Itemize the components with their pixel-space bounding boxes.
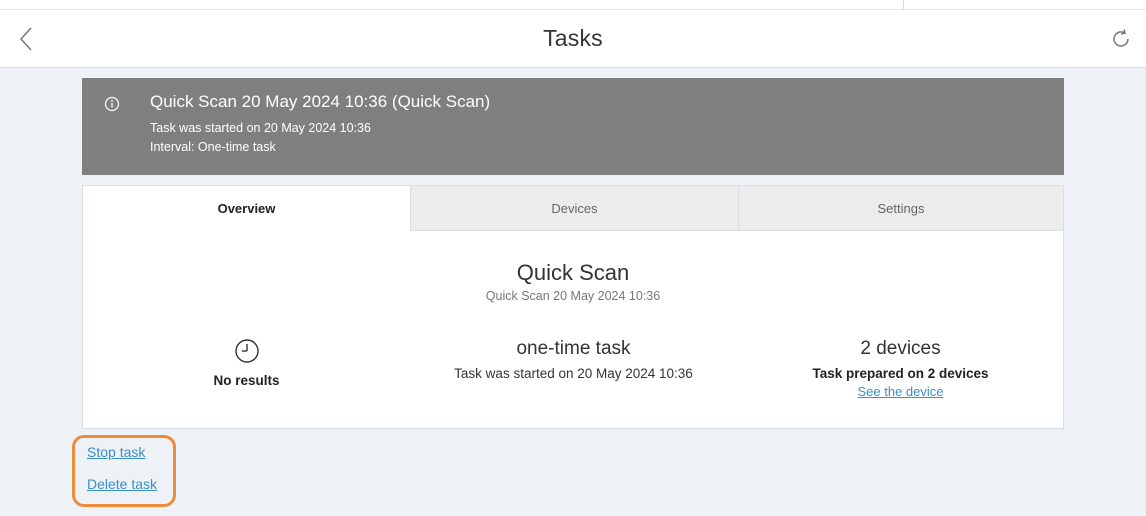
devices-title: 2 devices: [860, 338, 941, 359]
task-detail-card: Overview Devices Settings Quick Scan Qui…: [82, 185, 1064, 429]
tab-devices[interactable]: Devices: [410, 186, 738, 231]
refresh-icon: [1113, 29, 1129, 47]
banner-interval: Interval: One-time task: [150, 140, 276, 154]
tab-settings[interactable]: Settings: [738, 186, 1063, 231]
banner-started: Task was started on 20 May 2024 10:36: [150, 121, 371, 135]
top-strip-divider: [903, 0, 904, 10]
results-label: No results: [213, 373, 280, 388]
schedule-title: one-time task: [516, 338, 631, 359]
tab-bar: Overview Devices Settings: [83, 186, 1063, 231]
schedule-detail: Task was started on 20 May 2024 10:36: [454, 366, 693, 381]
clock-icon: [234, 339, 259, 363]
devices-detail: Task prepared on 2 devices: [812, 366, 989, 381]
delete-task-link[interactable]: Delete task: [87, 476, 157, 492]
stop-task-link[interactable]: Stop task: [87, 444, 145, 460]
refresh-button[interactable]: [1108, 26, 1134, 52]
info-icon: [104, 96, 120, 112]
page-header: Tasks: [0, 10, 1146, 68]
devices-column: 2 devices Task prepared on 2 devices See…: [737, 338, 1064, 399]
schedule-column: one-time task Task was started on 20 May…: [410, 338, 737, 381]
tab-overview[interactable]: Overview: [83, 186, 410, 231]
page-title: Tasks: [543, 25, 603, 51]
results-column: No results: [83, 338, 410, 388]
see-device-link[interactable]: See the device: [737, 384, 1064, 399]
top-strip: [0, 0, 1146, 10]
banner-title: Quick Scan 20 May 2024 10:36 (Quick Scan…: [150, 92, 491, 111]
task-name: Quick Scan: [516, 260, 630, 285]
task-info-banner: Quick Scan 20 May 2024 10:36 (Quick Scan…: [82, 78, 1064, 175]
task-subtitle: Quick Scan 20 May 2024 10:36: [485, 289, 661, 303]
